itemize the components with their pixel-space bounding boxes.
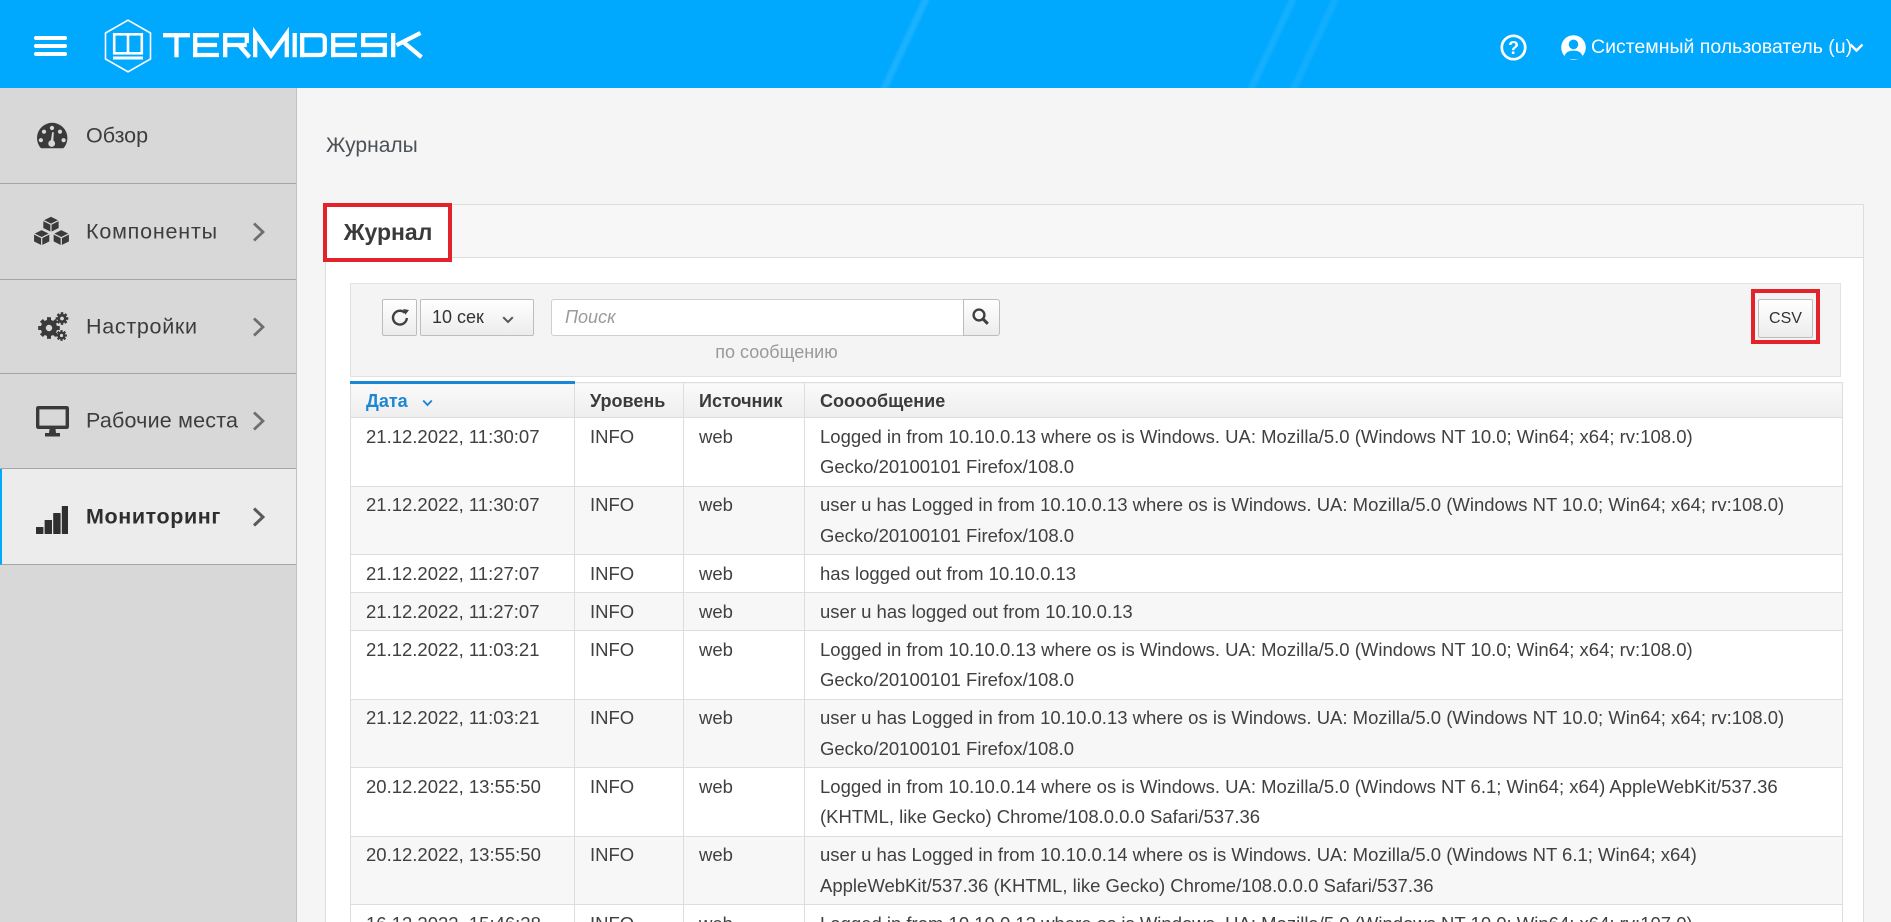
svg-text:?: ?	[1508, 38, 1519, 58]
